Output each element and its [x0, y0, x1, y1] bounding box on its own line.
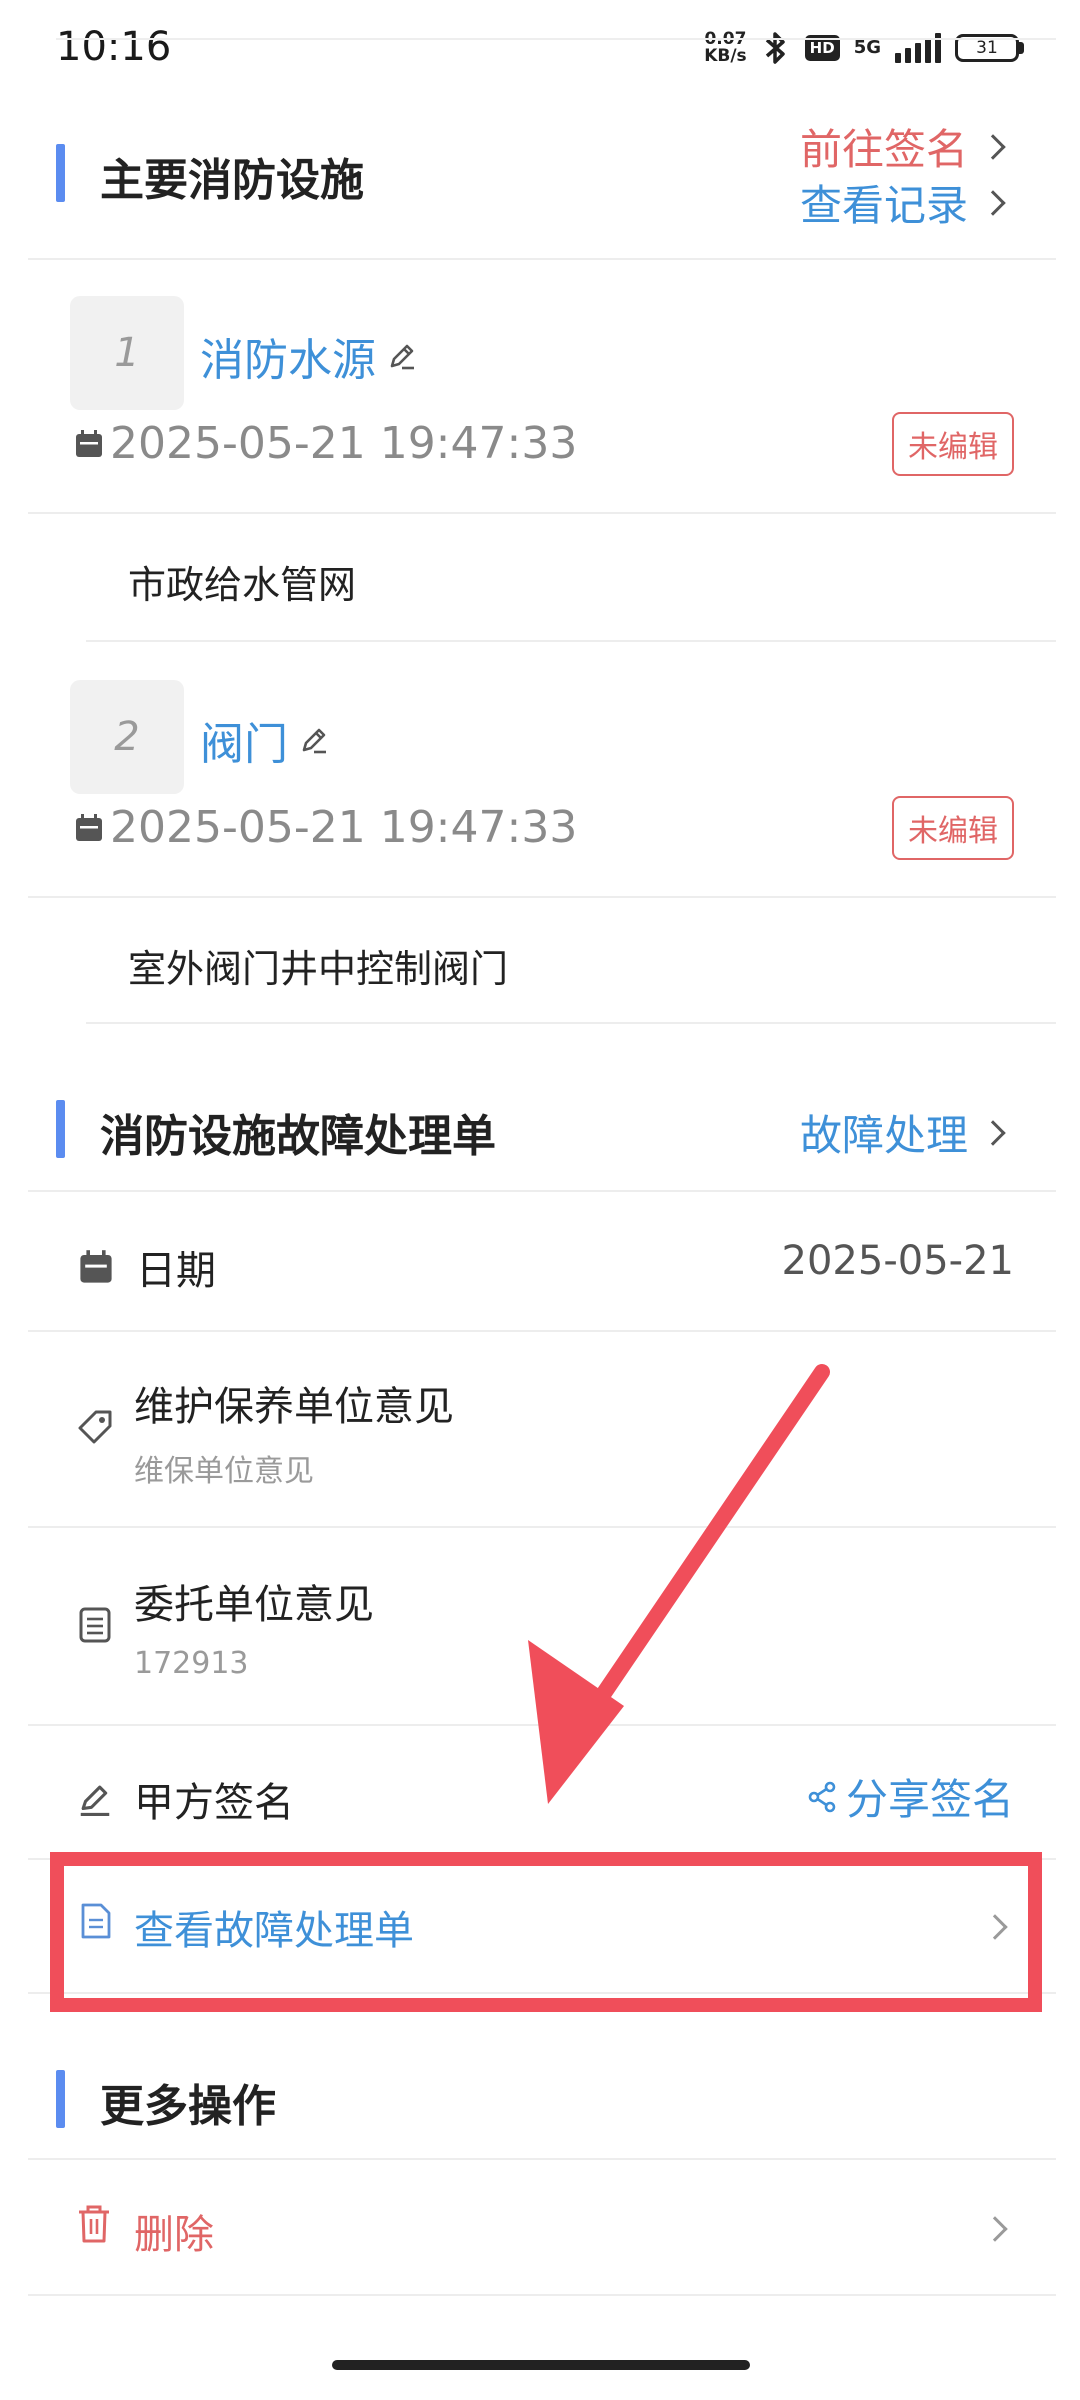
- network-speed-unit: KB/s: [704, 46, 747, 66]
- calendar-icon: [76, 813, 102, 841]
- item-index-box: 1: [70, 296, 184, 410]
- delete-row[interactable]: 删除: [28, 2162, 1056, 2290]
- chevron-right-icon: [980, 1119, 1006, 1146]
- item-datetime-row: 2025-05-21 19:47:33: [74, 418, 577, 469]
- section-accent-bar: [56, 144, 65, 202]
- tag-icon: [78, 1410, 112, 1444]
- section-title-fault-form: 消防设施故障处理单: [100, 1111, 496, 1162]
- top-divider: [56, 38, 1056, 40]
- section-title-main-facilities: 主要消防设施: [100, 155, 364, 206]
- bluetooth-icon: [765, 32, 785, 64]
- edit-icon: [302, 728, 326, 754]
- status-time: 10:16: [56, 24, 172, 70]
- item-datetime: 2025-05-21 19:47:33: [110, 802, 578, 853]
- date-label: 日期: [136, 1248, 216, 1294]
- divider: [28, 512, 1056, 514]
- chevron-right-icon: [980, 189, 1006, 216]
- item-datetime: 2025-05-21 19:47:33: [110, 418, 578, 469]
- divider: [28, 1526, 1056, 1528]
- calendar-icon: [76, 429, 102, 457]
- section-title-more-actions: 更多操作: [100, 2081, 276, 2132]
- go-sign-label: 前往签名: [799, 125, 968, 174]
- item-description: 室外阀门井中控制阀门: [128, 947, 509, 991]
- fault-handle-link[interactable]: 故障处理: [799, 1102, 1006, 1163]
- divider: [86, 640, 1056, 642]
- date-value[interactable]: 2025-05-21: [782, 1238, 1014, 1284]
- share-sign-label: 分享签名: [845, 1775, 1014, 1824]
- client-opinion-label: 委托单位意见: [134, 1582, 374, 1628]
- section-accent-bar: [56, 1100, 65, 1158]
- 5g-icon: 5G: [853, 37, 881, 58]
- pen-icon: [80, 1785, 110, 1816]
- party-a-sign-label: 甲方签名: [134, 1780, 294, 1826]
- item-title-row[interactable]: 消防水源: [200, 324, 418, 388]
- item-description: 市政给水管网: [128, 563, 357, 607]
- client-opinion-value[interactable]: 172913: [134, 1646, 249, 1681]
- item-title-row[interactable]: 阀门: [200, 708, 330, 772]
- share-sign-button[interactable]: 分享签名: [806, 1766, 1014, 1827]
- edit-icon: [390, 344, 414, 370]
- delete-label: 删除: [134, 2212, 214, 2258]
- divider: [28, 896, 1056, 898]
- status-bar: 10:16 0.07 KB/s HD 5G 31: [0, 0, 1080, 104]
- chevron-right-icon: [980, 133, 1006, 160]
- party-a-sign-row: 甲方签名: [76, 1770, 294, 1828]
- highlight-box: [50, 1852, 1042, 2012]
- item-name: 阀门: [200, 719, 288, 770]
- share-icon: [808, 1781, 836, 1812]
- divider: [28, 1330, 1056, 1332]
- divider: [28, 1724, 1056, 1726]
- item-datetime-row: 2025-05-21 19:47:33: [74, 802, 577, 853]
- maint-opinion-label: 维护保养单位意见: [134, 1384, 454, 1430]
- divider: [28, 258, 1056, 260]
- calendar-icon: [80, 1250, 112, 1283]
- view-records-label: 查看记录: [799, 181, 968, 230]
- network-speed: 0.07 KB/s: [704, 31, 746, 65]
- maint-opinion-value[interactable]: 维保单位意见: [134, 1446, 314, 1490]
- section-accent-bar: [56, 2070, 65, 2128]
- view-records-link[interactable]: 查看记录: [799, 172, 1006, 233]
- divider: [28, 1190, 1056, 1192]
- item-index-box: 2: [70, 680, 184, 794]
- home-indicator[interactable]: [332, 2360, 750, 2370]
- divider: [86, 1022, 1056, 1024]
- status-badge: 未编辑: [892, 796, 1014, 860]
- document-list-icon: [79, 1607, 111, 1643]
- item-name: 消防水源: [200, 335, 376, 386]
- divider: [28, 2158, 1056, 2160]
- date-row: 日期: [78, 1238, 216, 1296]
- trash-icon: [79, 2205, 109, 2243]
- divider: [28, 2294, 1056, 2296]
- fault-handle-label: 故障处理: [799, 1111, 968, 1160]
- chevron-right-icon: [982, 2216, 1008, 2242]
- status-icons: 0.07 KB/s HD 5G 31: [704, 30, 1024, 66]
- status-badge: 未编辑: [892, 412, 1014, 476]
- go-sign-link[interactable]: 前往签名: [799, 116, 1006, 177]
